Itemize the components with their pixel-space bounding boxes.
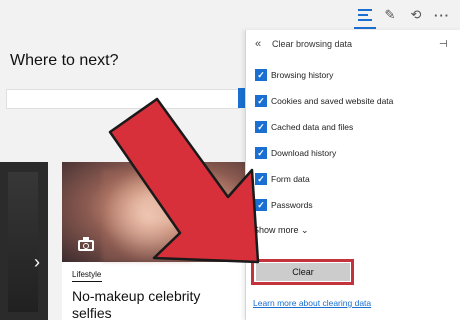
news-card-previous[interactable] (0, 162, 48, 320)
hub-icon[interactable] (356, 6, 374, 24)
web-note-icon[interactable]: ✎ (381, 6, 399, 24)
option-label: Cookies and saved website data (271, 96, 394, 106)
option-label: Form data (271, 174, 310, 184)
option-label: Browsing history (271, 70, 334, 80)
browser-toolbar: ✎ ⟲ ··· (0, 0, 460, 30)
option-download-history[interactable]: ✓ Download history (255, 146, 336, 160)
news-card[interactable]: Lifestyle No-makeup celebrity selfies (62, 162, 245, 320)
checkbox-checked-icon[interactable]: ✓ (255, 95, 267, 107)
option-browsing-history[interactable]: ✓ Browsing history (255, 68, 333, 82)
search-go-button[interactable] (238, 88, 245, 108)
pin-icon[interactable]: ⊣ (439, 39, 448, 50)
back-icon[interactable]: « (255, 38, 261, 50)
checkbox-checked-icon[interactable]: ✓ (255, 69, 267, 81)
card-category-underline (72, 281, 102, 282)
new-tab-page: Where to next? › Lifestyle No-makeup cel… (0, 30, 245, 320)
checkbox-checked-icon[interactable]: ✓ (255, 199, 267, 211)
option-cookies[interactable]: ✓ Cookies and saved website data (255, 94, 393, 108)
show-more-link[interactable]: Show more ⌄ (253, 225, 309, 236)
card-title[interactable]: No-makeup celebrity selfies (72, 288, 242, 320)
share-icon[interactable]: ⟲ (407, 6, 425, 24)
option-passwords[interactable]: ✓ Passwords (255, 198, 313, 212)
checkbox-checked-icon[interactable]: ✓ (255, 147, 267, 159)
option-cached-data[interactable]: ✓ Cached data and files (255, 120, 353, 134)
option-label: Cached data and files (271, 122, 354, 132)
camera-icon (78, 237, 94, 251)
more-icon[interactable]: ··· (433, 6, 451, 24)
page-heading: Where to next? (10, 52, 119, 69)
panel-title: Clear browsing data (272, 39, 353, 49)
search-input[interactable] (6, 89, 240, 109)
option-label: Passwords (271, 200, 313, 210)
learn-more-link[interactable]: Learn more about clearing data (253, 298, 371, 308)
option-label: Download history (271, 148, 337, 158)
chevron-right-icon[interactable]: › (34, 252, 40, 273)
option-form-data[interactable]: ✓ Form data (255, 172, 310, 186)
checkbox-checked-icon[interactable]: ✓ (255, 121, 267, 133)
checkbox-checked-icon[interactable]: ✓ (255, 173, 267, 185)
clear-button[interactable]: Clear (256, 263, 350, 281)
clear-browsing-data-panel: « Clear browsing data ⊣ ✓ Browsing histo… (245, 30, 460, 320)
card-category: Lifestyle (72, 270, 102, 279)
hub-active-indicator (354, 27, 376, 29)
